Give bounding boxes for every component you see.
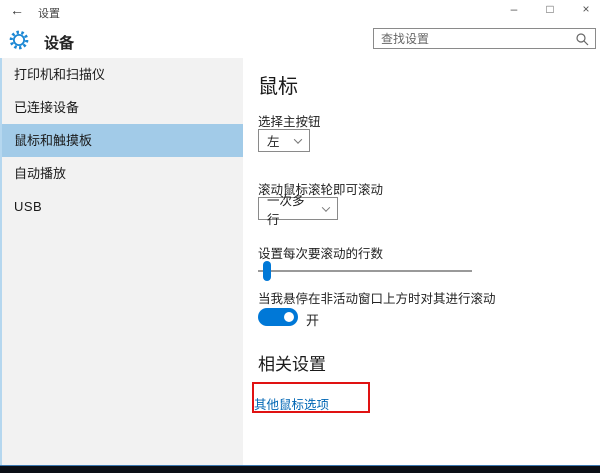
- primary-button-label: 选择主按钮: [258, 115, 321, 129]
- sidebar-item-autoplay[interactable]: 自动播放: [2, 157, 243, 190]
- sidebar-item-connected-devices[interactable]: 已连接设备: [2, 91, 243, 124]
- sidebar: 打印机和扫描仪 已连接设备 鼠标和触摸板 自动播放 USB: [0, 58, 243, 465]
- chevron-down-icon: [321, 202, 331, 212]
- window-controls: – □ ×: [506, 2, 594, 16]
- wheel-scroll-value: 一次多行: [267, 193, 305, 227]
- back-button[interactable]: ←: [10, 2, 24, 18]
- slider-track[interactable]: [258, 270, 472, 272]
- primary-button-dropdown[interactable]: 左: [258, 129, 310, 152]
- inactive-windows-toggle[interactable]: [258, 308, 298, 326]
- primary-button-value: 左: [267, 135, 280, 149]
- search-box: [373, 28, 596, 49]
- maximize-button[interactable]: □: [542, 2, 558, 16]
- sidebar-item-usb[interactable]: USB: [2, 190, 243, 223]
- page-title-devices: 设备: [44, 35, 75, 52]
- titlebar: ← 设置 – □ ×: [0, 0, 600, 22]
- main-content: 鼠标 选择主按钮 左 滚动鼠标滚轮即可滚动 一次多行 设置每次要滚动的行数 当我…: [252, 58, 600, 465]
- sidebar-item-printers[interactable]: 打印机和扫描仪: [2, 58, 243, 91]
- wheel-scroll-dropdown[interactable]: 一次多行: [258, 194, 338, 227]
- window-title: 设置: [38, 8, 60, 20]
- close-button[interactable]: ×: [578, 2, 594, 16]
- additional-mouse-options-link[interactable]: 其他鼠标选项: [254, 394, 329, 413]
- scroll-lines-slider[interactable]: [258, 261, 472, 281]
- sidebar-item-mouse-touchpad[interactable]: 鼠标和触摸板: [2, 124, 243, 157]
- toggle-knob: [284, 312, 294, 322]
- section-title-mouse: 鼠标: [258, 76, 298, 98]
- slider-thumb[interactable]: [263, 261, 271, 281]
- search-input[interactable]: [374, 31, 574, 46]
- chevron-down-icon: [293, 134, 303, 144]
- taskbar-edge: [0, 465, 600, 473]
- related-settings-title: 相关设置: [258, 355, 326, 374]
- page-header: 设备: [0, 22, 600, 58]
- minimize-button[interactable]: –: [506, 2, 522, 16]
- search-icon[interactable]: [574, 31, 592, 47]
- toggle-state-label: 开: [306, 313, 320, 328]
- inactive-windows-label: 当我悬停在非活动窗口上方时对其进行滚动: [258, 292, 496, 306]
- scroll-lines-label: 设置每次要滚动的行数: [258, 247, 384, 261]
- settings-window: ← 设置 – □ × 设备 打印机和扫描仪 已连接设备: [0, 0, 600, 473]
- gear-icon: [8, 29, 30, 51]
